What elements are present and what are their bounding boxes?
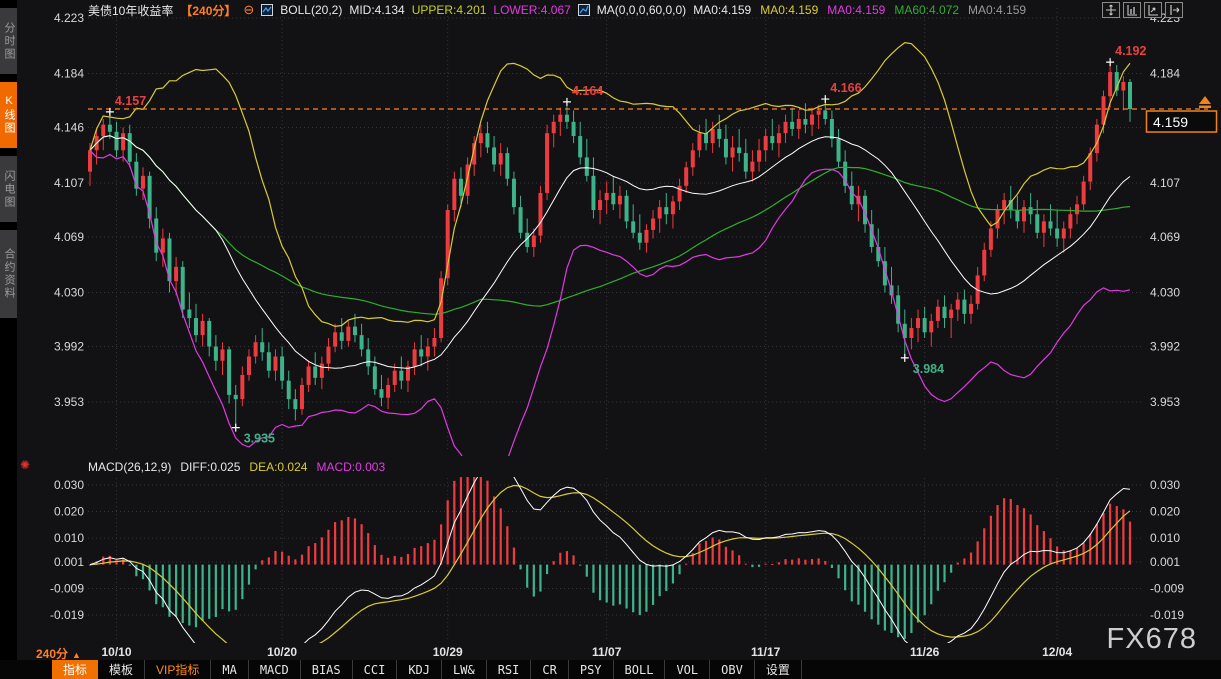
macd-dea-value: DEA:0.024 <box>249 460 307 474</box>
macd-y-axis-label: 0.020 <box>54 505 84 519</box>
macd-diff-value: DIFF:0.025 <box>180 460 240 474</box>
sidebar-tab-lightning[interactable]: 闪电图 <box>0 156 17 222</box>
pan-right-icon[interactable] <box>1165 2 1183 18</box>
fx678-watermark: FX678 <box>1107 623 1197 656</box>
toolbar-item-BOLL[interactable]: BOLL <box>614 660 666 679</box>
boll-indicator-icon[interactable] <box>261 4 273 16</box>
toolbar-item-VIP指标[interactable]: VIP指标 <box>145 660 211 679</box>
annotation-label: 3.935 <box>244 432 275 446</box>
boll-mid-value: MID:4.134 <box>349 3 404 17</box>
ma-params-label: MA(0,0,0,60,0,0) <box>597 3 686 17</box>
macd-macd-value: MACD:0.003 <box>316 460 385 474</box>
y-axis-label: 4.107 <box>54 176 84 190</box>
macd-y-axis-label: -0.009 <box>50 581 84 595</box>
macd-y-axis-label: 0.001 <box>54 555 84 569</box>
annotation-label: 4.192 <box>1115 44 1146 58</box>
x-axis-date-label: 11/17 <box>751 645 781 659</box>
macd-y-axis-label: -0.009 <box>1150 581 1184 595</box>
sidebar-tab-timeline[interactable]: 分时图 <box>0 8 17 74</box>
chart-window-buttons <box>1102 2 1183 18</box>
y-axis-label: 4.069 <box>1150 230 1180 244</box>
triangle-up-icon: ▲ <box>72 650 81 660</box>
sidebar-tab-contract-info[interactable]: 合约资料 <box>0 230 17 318</box>
x-axis-date-label: 10/29 <box>433 645 463 659</box>
ma-indicator-icon[interactable] <box>578 4 590 16</box>
ma-legend-values: MA0:4.159 MA0:4.159 MA0:4.159 MA60:4.072 MA0… <box>693 3 1035 17</box>
annotation-label: 4.164 <box>572 84 603 98</box>
collapse-icon[interactable]: ⊖ <box>243 4 254 16</box>
y-axis-label: 4.107 <box>1150 176 1180 190</box>
ma-legend-value: MA0:4.159 <box>827 3 885 17</box>
ma-legend-value: MA0:4.159 <box>968 3 1026 17</box>
toolbar-item-RSI[interactable]: RSI <box>487 660 532 679</box>
macd-y-axis-label: 0.020 <box>1150 505 1180 519</box>
indicator-toolbar: 指标模板VIP指标MAMACDBIASCCIKDJLW&RSICRPSYBOLL… <box>0 660 1221 679</box>
macd-y-axis-label: -0.019 <box>50 608 84 622</box>
y-axis-label: 3.953 <box>54 395 84 409</box>
annotation-label: 4.157 <box>115 94 146 108</box>
x-axis-date-label: 10/20 <box>267 645 297 659</box>
toolbar-item-BIAS[interactable]: BIAS <box>301 660 353 679</box>
toolbar-item-MACD[interactable]: MACD <box>249 660 301 679</box>
current-price-value: 4.159 <box>1153 114 1188 130</box>
axis-scale-icon[interactable] <box>1123 2 1141 18</box>
macd-y-axis-label: -0.019 <box>1150 608 1184 622</box>
toolbar-item-PSY[interactable]: PSY <box>569 660 614 679</box>
toolbar-item-CR[interactable]: CR <box>531 660 568 679</box>
chart-title: 美债10年收益率 <box>88 2 173 19</box>
x-axis-date-label: 11/26 <box>910 645 940 659</box>
macd-y-axis-label: 0.010 <box>54 531 84 545</box>
alert-burst-icon: ✺ <box>20 458 30 472</box>
boll-lower-value: LOWER:4.067 <box>493 3 570 17</box>
toolbar-item-KDJ[interactable]: KDJ <box>397 660 442 679</box>
sidebar-tab-kline[interactable]: K线图 <box>0 82 17 148</box>
y-axis-label: 4.223 <box>54 11 84 25</box>
trading-app-window: 4.2234.2234.1844.1844.1464.1464.1074.107… <box>0 0 1221 679</box>
y-axis-label: 4.030 <box>54 285 84 299</box>
y-axis-label: 4.184 <box>1150 66 1180 80</box>
y-axis-label: 4.184 <box>54 66 84 80</box>
macd-y-axis-label: 0.010 <box>1150 531 1180 545</box>
macd-legend-bar: MACD(26,12,9) DIFF:0.025 DEA:0.024 MACD:… <box>88 460 385 474</box>
ma-legend-value: MA0:4.159 <box>693 3 751 17</box>
ma-legend-value: MA60:4.072 <box>894 3 959 17</box>
y-axis-label: 3.953 <box>1150 395 1180 409</box>
macd-y-axis-label: 0.030 <box>54 478 84 492</box>
toolbar-item-LW&[interactable]: LW& <box>442 660 487 679</box>
boll-label: BOLL(20,2) <box>280 3 342 17</box>
y-axis-label: 4.069 <box>54 230 84 244</box>
macd-y-axis-label: 0.001 <box>1150 555 1180 569</box>
period-tag: 【240分】 <box>180 2 236 19</box>
chart-forward-icon[interactable] <box>1144 2 1162 18</box>
macd-y-axis-label: 0.030 <box>1150 478 1180 492</box>
crosshair-icon[interactable] <box>1102 2 1120 18</box>
y-axis-label: 4.146 <box>54 121 84 135</box>
toolbar-item-设置[interactable]: 设置 <box>755 660 802 679</box>
toolbar-item-OBV[interactable]: OBV <box>710 660 755 679</box>
toolbar-item-指标[interactable]: 指标 <box>52 660 98 679</box>
annotation-label: 4.166 <box>830 81 861 95</box>
x-axis-date-label: 10/10 <box>101 645 131 659</box>
y-axis-label: 3.992 <box>54 340 84 354</box>
x-axis-date-label: 11/07 <box>592 645 622 659</box>
ma-legend-value: MA0:4.159 <box>760 3 818 17</box>
chart-legend-bar: 美债10年收益率 【240分】 ⊖ BOLL(20,2) MID:4.134 U… <box>88 2 1035 18</box>
left-sidebar: 分时图 K线图 闪电图 合约资料 <box>0 0 17 660</box>
toolbar-item-模板[interactable]: 模板 <box>98 660 145 679</box>
toolbar-item-VOL[interactable]: VOL <box>665 660 710 679</box>
x-axis-date-label: 12/04 <box>1042 645 1072 659</box>
toolbar-item-CCI[interactable]: CCI <box>353 660 398 679</box>
toolbar-item-MA[interactable]: MA <box>211 660 248 679</box>
boll-upper-value: UPPER:4.201 <box>412 3 487 17</box>
annotation-label: 3.984 <box>913 362 944 376</box>
y-axis-label: 4.030 <box>1150 285 1180 299</box>
y-axis-label: 3.992 <box>1150 340 1180 354</box>
macd-params-label: MACD(26,12,9) <box>88 460 171 474</box>
chart-canvas[interactable]: 4.2234.2234.1844.1844.1464.1464.1074.107… <box>0 0 1221 660</box>
